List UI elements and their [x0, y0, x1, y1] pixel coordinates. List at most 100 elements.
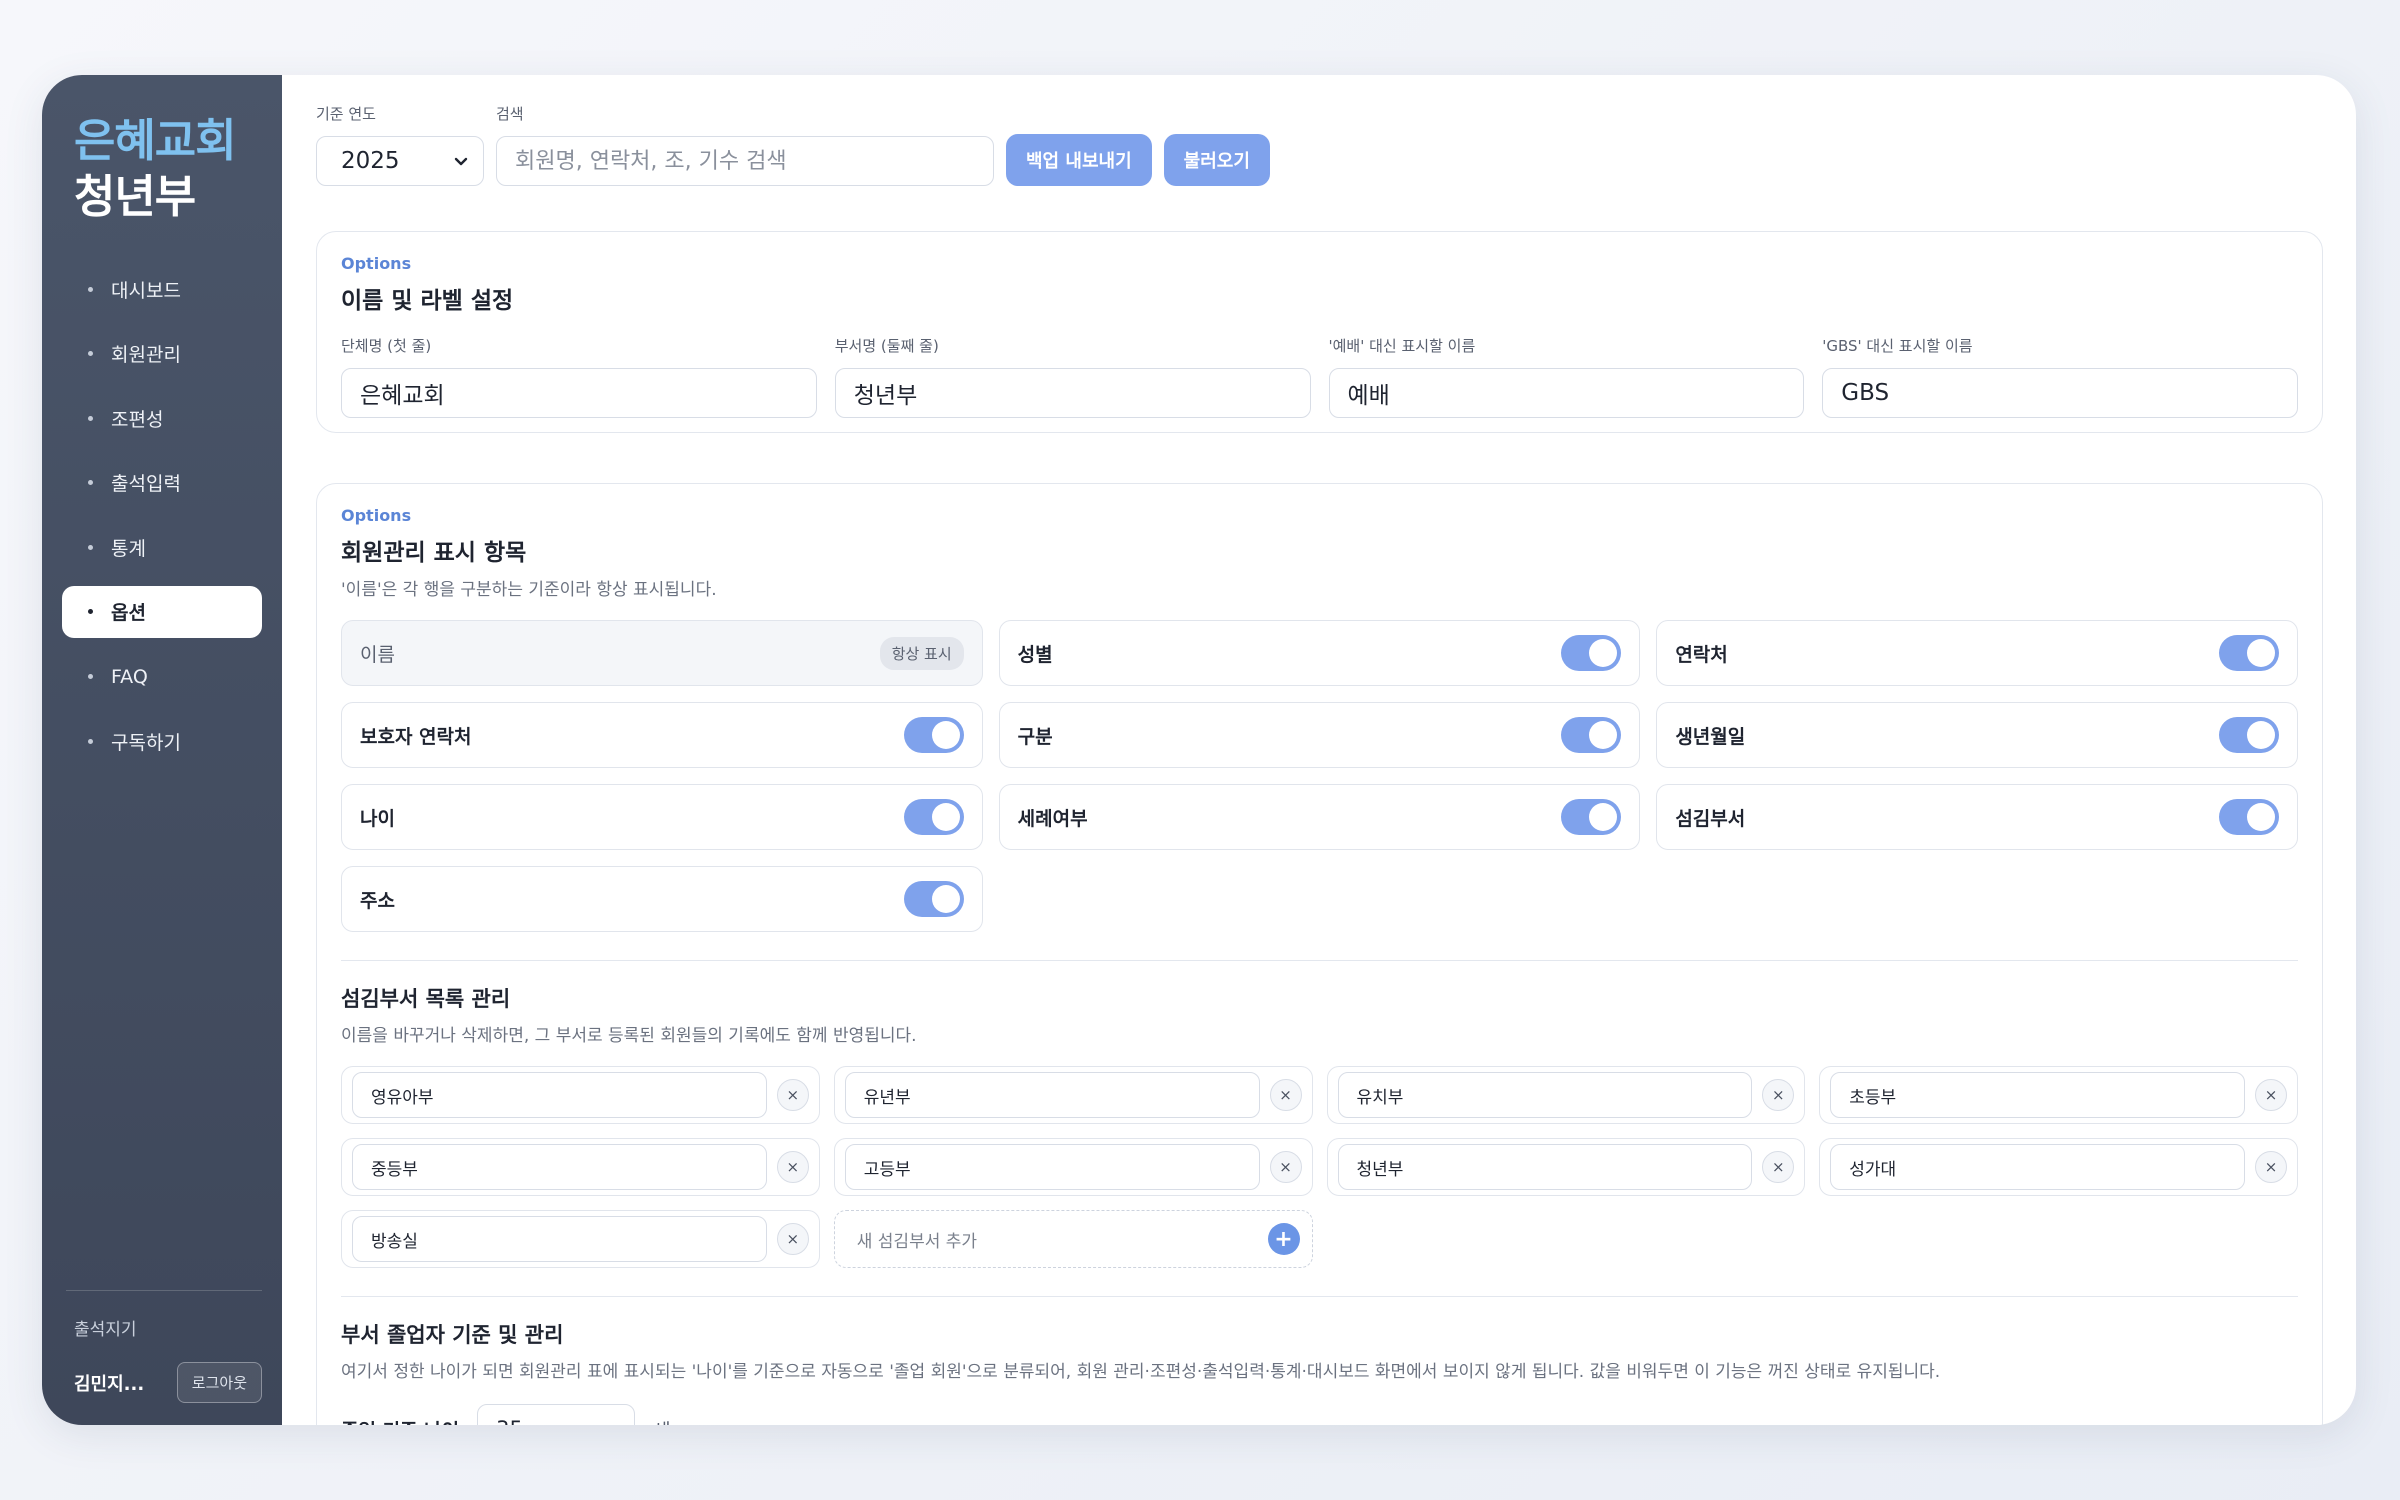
bullet-icon — [88, 480, 93, 486]
ministry-item: 청년부 × — [1326, 1138, 1806, 1196]
toggle-label: 나이 — [360, 807, 395, 830]
close-icon[interactable]: × — [1762, 1151, 1795, 1183]
sidebar-item-options[interactable]: 옵션 — [62, 585, 262, 638]
search-input[interactable] — [496, 136, 994, 186]
section-title: 섬김부서 목록 관리 — [341, 987, 511, 1011]
backup-export-button[interactable]: 백업 내보내기 — [1006, 134, 1152, 186]
toggle-item-baptism: 세례여부 — [998, 784, 1641, 850]
toggle-label: 보호자 연락처 — [360, 725, 472, 748]
search-label: 검색 — [496, 105, 524, 123]
sidebar-item-attendance[interactable]: 출석입력 — [62, 457, 262, 509]
sidebar-item-label: 통계 — [111, 537, 146, 560]
toggle-label: 구분 — [1017, 725, 1053, 748]
sidebar-item-stats[interactable]: 통계 — [62, 521, 262, 573]
toggle-item-category: 구분 — [998, 702, 1641, 768]
user-row: 김민지... 로그아웃 — [74, 1362, 262, 1403]
search-field: 검색 — [496, 103, 994, 186]
graduation-age-input[interactable]: 35 — [477, 1404, 636, 1425]
sidebar-item-label: 조편성 — [111, 408, 164, 431]
close-icon[interactable]: × — [2255, 1079, 2287, 1111]
sidebar-item-label: 대시보드 — [111, 279, 181, 302]
toggle-label: 생년월일 — [1675, 725, 1746, 748]
sidebar-item-groups[interactable]: 조편성 — [62, 392, 262, 444]
ministry-name-input[interactable]: 청년부 — [1337, 1144, 1753, 1190]
bullet-icon — [88, 415, 93, 421]
plus-icon[interactable]: + — [1267, 1223, 1300, 1255]
app-window: 은혜교회 청년부 대시보드 회원관리 조편성 출석입력 통계 옵션 FAQ 구독… — [42, 75, 2356, 1425]
sidebar-item-faq[interactable]: FAQ — [62, 651, 262, 703]
close-icon[interactable]: × — [776, 1223, 809, 1255]
close-icon[interactable]: × — [776, 1079, 809, 1111]
divider — [341, 1296, 2298, 1297]
close-icon[interactable]: × — [2255, 1151, 2287, 1183]
field-label: 단체명 (첫 줄) — [341, 337, 432, 355]
ministry-name-input[interactable]: 방송실 — [352, 1216, 767, 1262]
section-title: 부서 졸업자 기준 및 관리 — [341, 1323, 564, 1347]
sidebar-item-label: 출석입력 — [111, 473, 181, 496]
logout-button[interactable]: 로그아웃 — [176, 1362, 262, 1403]
ministry-name-input[interactable]: 중등부 — [352, 1144, 767, 1190]
ministry-name-input[interactable]: 고등부 — [844, 1144, 1260, 1190]
bullet-icon — [88, 738, 93, 744]
toggle-item-address: 주소 — [341, 866, 983, 932]
year-field: 기준 연도 2025 — [316, 103, 484, 186]
sidebar-item-subscribe[interactable]: 구독하기 — [62, 715, 262, 767]
close-icon[interactable]: × — [1269, 1151, 1302, 1183]
gbs-label-input[interactable]: GBS — [1822, 368, 2298, 418]
toggle-switch[interactable] — [903, 799, 964, 835]
card-title: 이름 및 라벨 설정 — [341, 288, 514, 314]
card-description: '이름'은 각 행을 구분하는 기준이라 항상 표시됩니다. — [341, 580, 717, 600]
ministry-name-input[interactable]: 초등부 — [1830, 1072, 2245, 1118]
sidebar-footer: 출석지기 김민지... 로그아웃 — [66, 1290, 262, 1403]
toggle-switch[interactable] — [903, 717, 964, 753]
toggle-switch[interactable] — [903, 881, 964, 917]
field-label: 부서명 (둘째 줄) — [834, 337, 939, 355]
ministry-name-input[interactable]: 영유아부 — [352, 1072, 767, 1118]
add-ministry-field[interactable]: 새 섬김부서 추가 + — [833, 1210, 1313, 1268]
ministry-item: 영유아부 × — [341, 1066, 820, 1124]
toggle-label: 이름 — [360, 643, 395, 666]
bullet-icon — [88, 351, 93, 357]
divider — [341, 960, 2298, 961]
card-eyebrow: Options — [341, 254, 412, 273]
column-toggle-grid: 이름 항상 표시 성별 연락처 보호자 연락처 구분 생년월일 나이 세례여부 … — [341, 620, 2298, 932]
close-icon[interactable]: × — [1269, 1079, 1302, 1111]
sidebar-item-dashboard[interactable]: 대시보드 — [62, 263, 262, 315]
toggle-item-birthdate: 생년월일 — [1656, 702, 2298, 768]
toggle-item-ministry: 섬김부서 — [1656, 784, 2298, 850]
ministry-item: 유년부 × — [833, 1066, 1313, 1124]
ministry-name-input[interactable]: 성가대 — [1830, 1144, 2245, 1190]
dept-name-input[interactable]: 청년부 — [834, 368, 1311, 418]
toggle-label: 세례여부 — [1017, 807, 1088, 830]
toggle-switch[interactable] — [2219, 717, 2279, 753]
import-button[interactable]: 불러오기 — [1163, 134, 1270, 186]
ministry-item: 중등부 × — [341, 1138, 820, 1196]
bullet-icon — [88, 609, 93, 615]
sidebar-item-members[interactable]: 회원관리 — [62, 328, 262, 380]
ministry-name-input[interactable]: 유치부 — [1337, 1072, 1753, 1118]
ministry-item: 성가대 × — [1819, 1138, 2298, 1196]
bullet-icon — [88, 674, 93, 680]
year-select[interactable]: 2025 — [316, 136, 484, 186]
sidebar-nav: 대시보드 회원관리 조편성 출석입력 통계 옵션 FAQ 구독하기 — [62, 263, 262, 780]
toggle-switch[interactable] — [1561, 635, 1622, 671]
sidebar-item-label: FAQ — [111, 665, 148, 688]
section-description: 여기서 정한 나이가 되면 회원관리 표에 표시되는 '나이'를 기준으로 자동… — [341, 1362, 1941, 1382]
ministry-name-input[interactable]: 유년부 — [844, 1072, 1260, 1118]
close-icon[interactable]: × — [1762, 1079, 1795, 1111]
ministry-item: 유치부 × — [1326, 1066, 1806, 1124]
member-display-card: Options 회원관리 표시 항목 '이름'은 각 행을 구분하는 기준이라 … — [316, 483, 2323, 1425]
brand-logo: 은혜교회 청년부 — [74, 113, 237, 225]
org-name-input[interactable]: 은혜교회 — [341, 368, 817, 418]
toggle-switch[interactable] — [2219, 799, 2279, 835]
toggle-switch[interactable] — [2219, 635, 2279, 671]
names-settings-card: Options 이름 및 라벨 설정 단체명 (첫 줄) 은혜교회 부서명 (둘… — [316, 231, 2323, 433]
main-content: 기준 연도 2025 검색 백업 내보내기 불러오기 Options 이름 및 … — [282, 75, 2356, 1425]
worship-label-input[interactable]: 예배 — [1328, 368, 1805, 418]
card-title: 회원관리 표시 항목 — [341, 540, 527, 566]
toggle-label: 섬김부서 — [1675, 807, 1746, 830]
close-icon[interactable]: × — [776, 1151, 809, 1183]
toggle-switch[interactable] — [1561, 799, 1622, 835]
toggle-item-name: 이름 항상 표시 — [341, 620, 983, 686]
toggle-switch[interactable] — [1561, 717, 1622, 753]
